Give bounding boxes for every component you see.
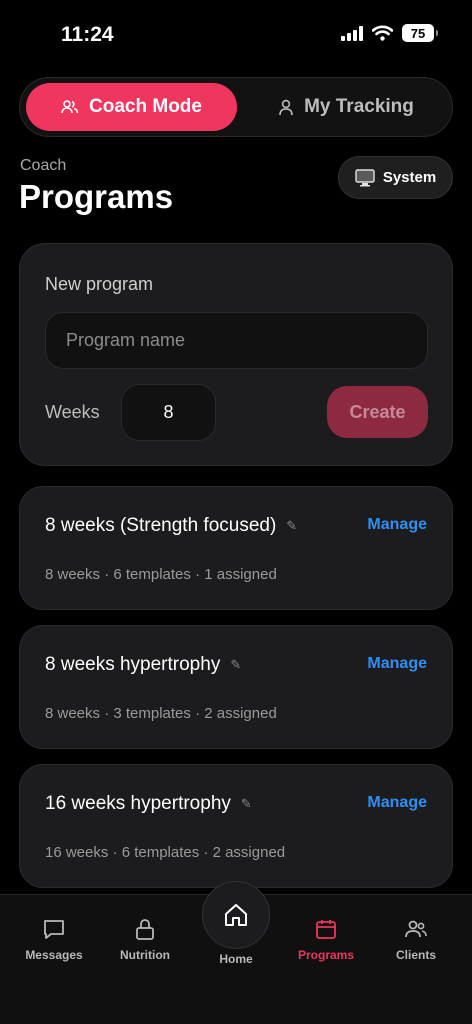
weeks-label: Weeks [45, 402, 100, 422]
new-program-card: New program Weeks 8 Create [19, 243, 453, 466]
manage-link[interactable]: Manage [367, 655, 427, 673]
battery-icon: 75 [402, 24, 438, 42]
status-time: 11:24 [61, 23, 114, 46]
new-program-label: New program [45, 274, 154, 294]
manage-link[interactable]: Manage [367, 794, 427, 812]
tab-label: Home [219, 952, 253, 966]
system-theme-button[interactable]: System [338, 156, 453, 199]
my-tracking-button[interactable]: My Tracking [244, 83, 448, 131]
program-card[interactable]: 16 weeks hypertrophy ✎ Manage 16 weeks ·… [19, 764, 453, 888]
tab-label: Clients [395, 948, 436, 962]
program-card[interactable]: 8 weeks hypertrophy ✎ Manage 8 weeks · 3… [19, 625, 453, 749]
home-icon [225, 904, 247, 926]
tab-label: Programs [297, 948, 355, 962]
status-icons: 75 [341, 24, 438, 42]
program-card[interactable]: 8 weeks (Strength focused) ✎ Manage 8 we… [19, 486, 453, 610]
program-title-row: 8 weeks (Strength focused) ✎ [45, 515, 297, 537]
program-title-row: 8 weeks hypertrophy ✎ [45, 654, 241, 676]
page-title: Programs [19, 178, 174, 215]
mode-toggle: Coach Mode My Tracking [19, 77, 453, 137]
monitor-icon [355, 168, 375, 186]
tab-programs[interactable]: Programs [281, 917, 371, 962]
create-button[interactable]: Create [327, 386, 428, 438]
calendar-icon [316, 920, 336, 939]
lock-icon [136, 919, 154, 940]
program-meta: 8 weeks · 6 templates · 1 assigned [45, 566, 277, 583]
edit-pencil-icon[interactable]: ✎ [241, 796, 252, 812]
tab-clients[interactable]: Clients [371, 917, 461, 962]
edit-pencil-icon[interactable]: ✎ [230, 657, 241, 673]
program-meta: 16 weeks · 6 templates · 2 assigned [45, 844, 286, 861]
users-icon [61, 100, 79, 114]
status-bar: 11:24 75 [0, 0, 472, 70]
tab-nutrition[interactable]: Nutrition [100, 917, 190, 962]
edit-pencil-icon[interactable]: ✎ [286, 518, 297, 534]
tab-label: Messages [25, 948, 83, 962]
user-icon [279, 99, 293, 115]
tab-label: Nutrition [120, 948, 170, 962]
users-icon [405, 920, 427, 938]
tab-home[interactable] [202, 881, 270, 949]
program-title: 16 weeks hypertrophy [45, 793, 231, 814]
section-label: Coach [20, 157, 67, 174]
program-name-input[interactable] [45, 312, 428, 369]
tab-messages[interactable]: Messages [9, 917, 99, 962]
weeks-input[interactable]: 8 [121, 384, 216, 441]
coach-mode-button[interactable]: Coach Mode [26, 83, 237, 131]
coach-mode-label: Coach Mode [89, 96, 202, 117]
program-title: 8 weeks (Strength focused) [45, 515, 277, 536]
wifi-icon [372, 25, 393, 41]
chat-bubble-icon [44, 920, 64, 939]
program-meta: 8 weeks · 3 templates · 2 assigned [45, 705, 277, 722]
manage-link[interactable]: Manage [367, 516, 427, 534]
my-tracking-label: My Tracking [304, 96, 414, 117]
program-title-row: 16 weeks hypertrophy ✎ [45, 793, 252, 815]
system-theme-label: System [382, 169, 437, 186]
program-title: 8 weeks hypertrophy [45, 654, 221, 675]
cellular-signal-icon [341, 25, 363, 41]
